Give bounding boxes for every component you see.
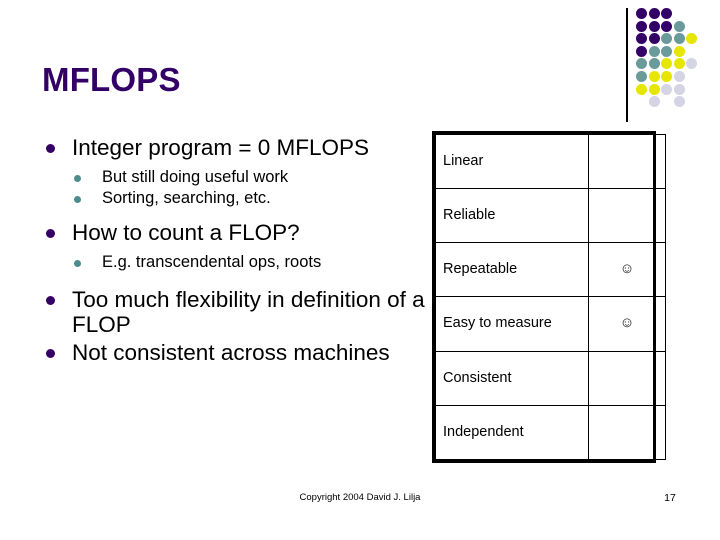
bullet-text: How to count a FLOP? bbox=[72, 220, 300, 246]
dot-grid-cell bbox=[636, 83, 647, 95]
vertical-rule-divider bbox=[626, 8, 628, 122]
criterion-mark bbox=[588, 188, 666, 244]
disc-bullet-icon bbox=[46, 296, 55, 306]
dot-grid-cell bbox=[673, 20, 685, 32]
dot-grid-cell bbox=[636, 33, 647, 45]
disc-bullet-icon bbox=[74, 175, 81, 183]
dot-grid-cell bbox=[648, 83, 660, 95]
smiley-face-icon: ☺ bbox=[588, 242, 666, 298]
dot-grid-cell bbox=[648, 33, 660, 45]
dot-grid-cell bbox=[673, 83, 685, 95]
bullet-item-level1: Not consistent across machines bbox=[40, 340, 430, 365]
criterion-name: Reliable bbox=[435, 188, 589, 244]
table-row: Repeatable ☺ bbox=[435, 242, 666, 298]
bullet-item-level1: Integer program = 0 MFLOPS bbox=[40, 135, 430, 160]
bullet-text: Integer program = 0 MFLOPS bbox=[72, 135, 370, 160]
dot-grid-motif bbox=[624, 0, 720, 130]
smiley-face-icon: ☺ bbox=[588, 296, 666, 352]
criteria-table-grid: Linear Reliable Repeatable ☺ Easy to mea… bbox=[435, 133, 666, 461]
disc-bullet-icon bbox=[46, 229, 55, 239]
disc-bullet-icon bbox=[74, 260, 81, 268]
criterion-name: Linear bbox=[435, 133, 589, 190]
disc-bullet-icon bbox=[46, 144, 55, 153]
dot-grid-cell bbox=[648, 71, 660, 82]
bullet-text: But still doing useful work bbox=[102, 168, 289, 187]
bullet-item-level2: But still doing useful work bbox=[40, 168, 430, 187]
dot-grid-cell bbox=[648, 45, 660, 57]
table-row: Consistent bbox=[435, 350, 666, 406]
dot-grid-cell bbox=[673, 33, 685, 45]
bullet-text: Too much flexibility in definition of a … bbox=[72, 287, 425, 338]
dot-grid-cell bbox=[636, 20, 647, 32]
dot-grid-cell bbox=[661, 33, 673, 45]
page-number: 17 bbox=[664, 492, 676, 504]
dot-grid-cell bbox=[661, 20, 673, 32]
dot-grid-cell bbox=[673, 71, 685, 82]
dot-grid-cell bbox=[648, 58, 660, 70]
dot-grid-cell bbox=[673, 45, 685, 57]
criterion-mark bbox=[588, 404, 666, 461]
criterion-mark bbox=[588, 350, 666, 406]
dot-grid-cell bbox=[661, 8, 673, 19]
bullet-list: Integer program = 0 MFLOPS But still doi… bbox=[40, 135, 430, 367]
dot-grid-cell bbox=[636, 71, 647, 82]
dot-grid-cell bbox=[636, 45, 647, 57]
criterion-name: Independent bbox=[435, 404, 589, 461]
bullet-text: Not consistent across machines bbox=[72, 339, 390, 365]
table-row: Independent bbox=[435, 404, 666, 461]
criterion-name: Consistent bbox=[435, 350, 589, 406]
criterion-mark bbox=[588, 133, 666, 190]
bullet-item-level1: How to count a FLOP? bbox=[40, 220, 430, 245]
dot-grid-cell bbox=[661, 71, 673, 82]
criterion-name: Repeatable bbox=[435, 242, 589, 298]
dot-grid-cell bbox=[648, 8, 660, 19]
dot-grid-cell bbox=[636, 58, 647, 70]
dot-grid-cell bbox=[673, 58, 685, 70]
slide-canvas: MFLOPS Integer program = 0 MFLOPS But st… bbox=[0, 0, 720, 540]
criteria-table: Linear Reliable Repeatable ☺ Easy to mea… bbox=[432, 131, 666, 463]
table-row: Linear bbox=[435, 133, 666, 190]
dot-grid-cell bbox=[661, 83, 673, 95]
dot-grid-cell bbox=[686, 58, 698, 70]
dot-grid-cell bbox=[673, 96, 685, 108]
bullet-text: E.g. transcendental ops, roots bbox=[102, 253, 322, 272]
dot-grid-cell bbox=[661, 45, 673, 57]
dot-grid-cell bbox=[636, 8, 647, 19]
criteria-table-body: Linear Reliable Repeatable ☺ Easy to mea… bbox=[435, 133, 666, 461]
bullet-text: Sorting, searching, etc. bbox=[102, 189, 271, 208]
page-title: MFLOPS bbox=[42, 61, 181, 98]
disc-bullet-icon bbox=[74, 196, 81, 204]
dot-grid-cell bbox=[661, 58, 673, 70]
disc-bullet-icon bbox=[46, 348, 55, 358]
bullet-item-level2: Sorting, searching, etc. bbox=[40, 189, 430, 208]
footer-copyright: Copyright 2004 David J. Lilja bbox=[299, 492, 421, 503]
bullet-item-level2: E.g. transcendental ops, roots bbox=[40, 253, 430, 272]
dot-grid-cell bbox=[648, 20, 660, 32]
dot-grid-cell bbox=[648, 96, 660, 108]
bullet-item-level1: Too much flexibility in definition of a … bbox=[40, 287, 430, 337]
table-row: Easy to measure ☺ bbox=[435, 296, 666, 352]
table-row: Reliable bbox=[435, 188, 666, 244]
criterion-name: Easy to measure bbox=[435, 296, 589, 352]
dot-grid-cell bbox=[686, 33, 698, 45]
